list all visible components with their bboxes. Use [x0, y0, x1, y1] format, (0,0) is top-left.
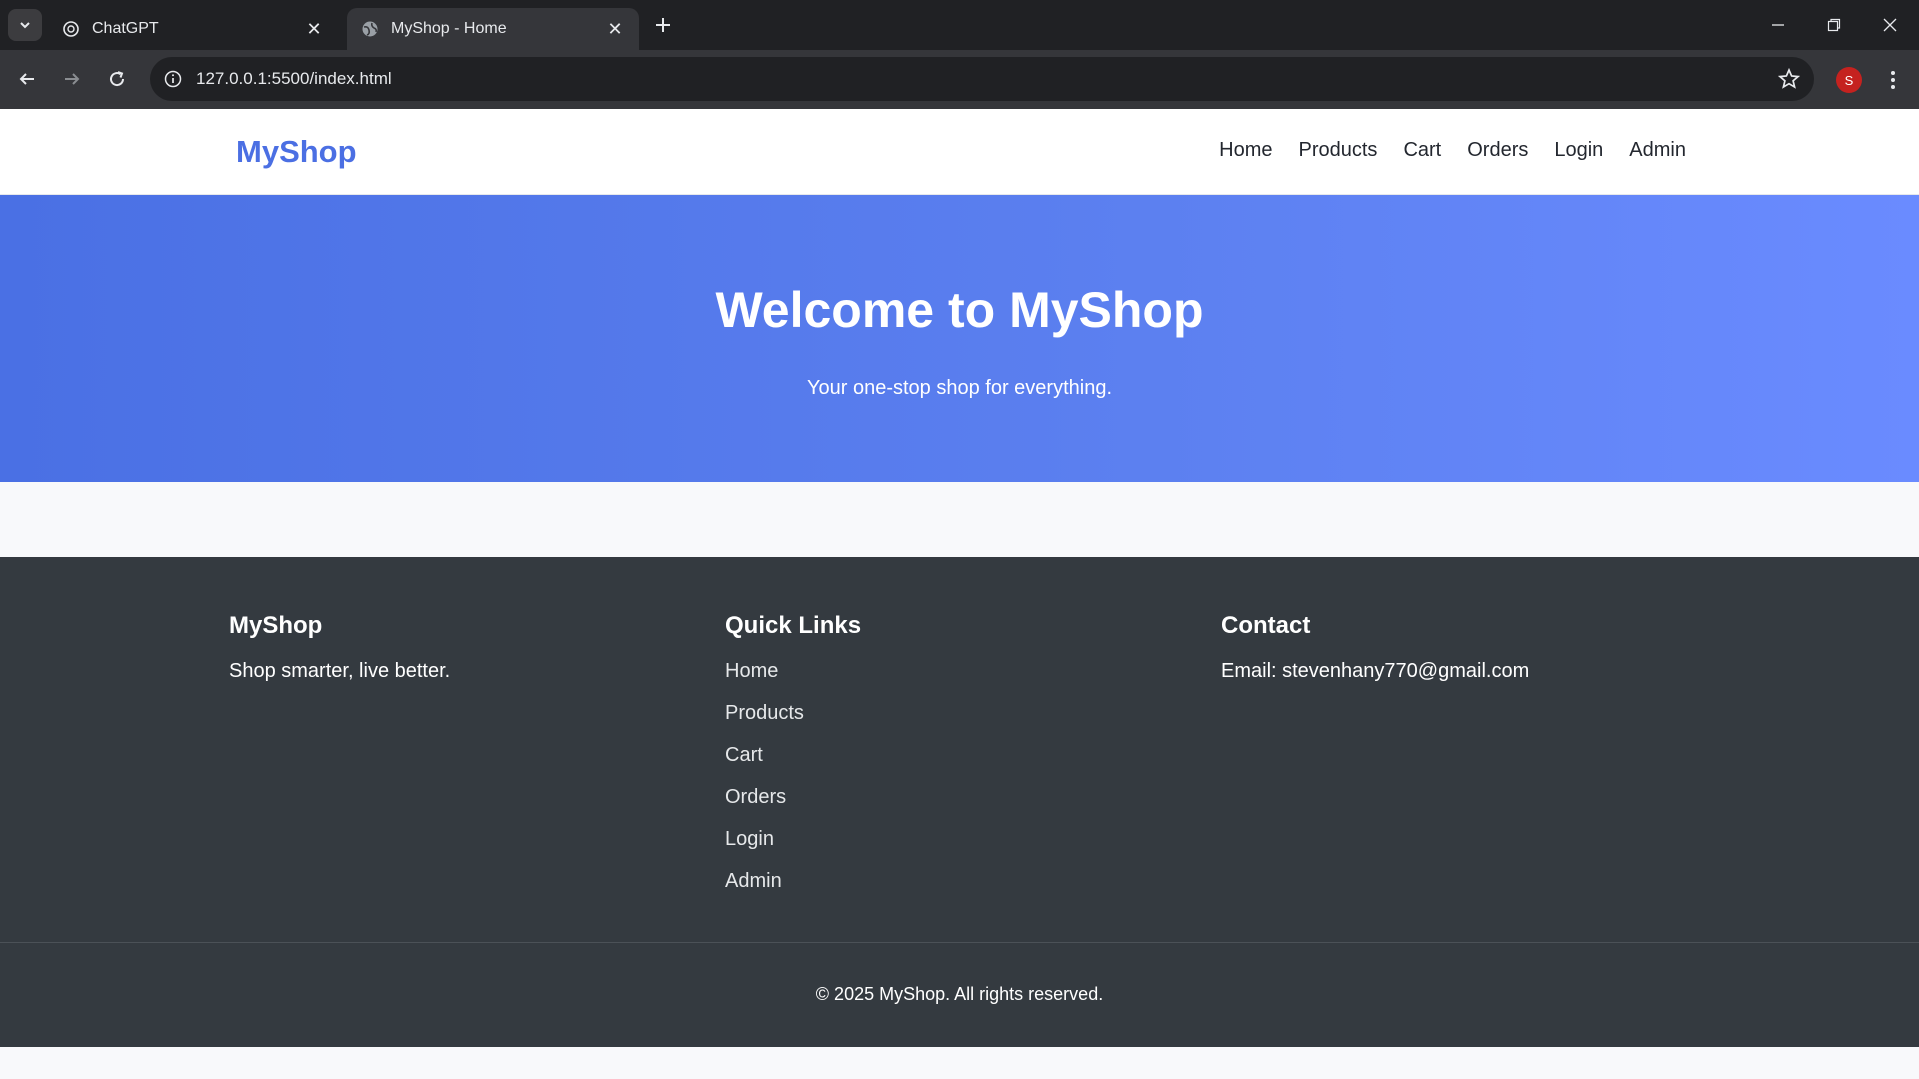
nav-link-home[interactable]: Home: [1219, 139, 1272, 162]
minimize-button[interactable]: [1750, 0, 1806, 50]
close-window-button[interactable]: [1862, 0, 1918, 50]
info-icon[interactable]: [164, 70, 182, 88]
globe-icon: [361, 20, 379, 38]
hero-banner: Welcome to MyShop Your one-stop shop for…: [0, 195, 1919, 482]
footer-links-list: Home Products Cart Orders Login Admin: [725, 660, 861, 912]
nav-link-orders[interactable]: Orders: [1467, 139, 1528, 162]
restore-icon: [1827, 18, 1841, 32]
list-item: Login: [725, 828, 861, 870]
browser-tab-bar: ChatGPT ✕ MyShop - Home ✕: [0, 0, 1919, 50]
footer-link-admin[interactable]: Admin: [725, 870, 782, 892]
main-nav: Home Products Cart Orders Login Admin: [1219, 139, 1686, 162]
tab-chatgpt[interactable]: ChatGPT ✕: [48, 8, 338, 50]
footer-quick-links-title: Quick Links: [725, 612, 862, 639]
footer-tagline: Shop smarter, live better.: [229, 660, 451, 682]
list-item: Products: [725, 702, 861, 744]
close-icon: [1883, 18, 1897, 32]
footer-link-orders[interactable]: Orders: [725, 786, 786, 808]
close-icon[interactable]: ✕: [605, 19, 625, 39]
list-item: Cart: [725, 744, 861, 786]
address-bar[interactable]: 127.0.0.1:5500/index.html: [150, 57, 1814, 101]
back-button[interactable]: [11, 63, 43, 95]
chatgpt-icon: [62, 20, 80, 38]
minimize-icon: [1772, 24, 1784, 26]
site-header: MyShop Home Products Cart Orders Login A…: [0, 109, 1919, 195]
footer-brand-title: MyShop: [229, 612, 323, 639]
footer-contact-column: Contact Email: stevenhany770@gmail.com: [1221, 612, 1529, 683]
web-page: MyShop Home Products Cart Orders Login A…: [0, 109, 1919, 1079]
nav-link-products[interactable]: Products: [1299, 139, 1378, 162]
nav-link-admin[interactable]: Admin: [1629, 139, 1686, 162]
forward-button[interactable]: [56, 63, 88, 95]
nav-link-login[interactable]: Login: [1554, 139, 1603, 162]
hero-subtitle: Your one-stop shop for everything.: [806, 377, 1112, 399]
footer-divider: [0, 942, 1919, 943]
restore-button[interactable]: [1806, 0, 1862, 50]
plus-icon: [656, 18, 670, 32]
footer-contact-title: Contact: [1221, 612, 1311, 639]
footer-brand-column: MyShop Shop smarter, live better.: [229, 612, 450, 683]
footer-contact-email: Email: stevenhany770@gmail.com: [1221, 660, 1530, 682]
list-item: Orders: [725, 786, 861, 828]
profile-avatar[interactable]: S: [1836, 67, 1862, 93]
url-text[interactable]: 127.0.0.1:5500/index.html: [196, 69, 392, 89]
site-logo[interactable]: MyShop: [236, 134, 357, 170]
content-area: [0, 482, 1919, 557]
browser-toolbar: 127.0.0.1:5500/index.html S: [0, 50, 1919, 109]
bookmark-star-icon[interactable]: [1778, 68, 1800, 90]
footer-link-products[interactable]: Products: [725, 702, 804, 724]
list-item: Home: [725, 660, 861, 702]
footer-quick-links-column: Quick Links Home Products Cart Orders Lo…: [725, 612, 861, 912]
browser-menu-button[interactable]: [1883, 65, 1903, 95]
footer-link-login[interactable]: Login: [725, 828, 774, 850]
more-vertical-icon: [1891, 71, 1895, 89]
copyright-text: © 2025 MyShop. All rights reserved.: [815, 984, 1104, 1004]
new-tab-button[interactable]: [650, 12, 676, 38]
tab-myshop[interactable]: MyShop - Home ✕: [347, 8, 639, 50]
reload-icon: [110, 71, 125, 87]
footer-link-cart[interactable]: Cart: [725, 744, 763, 766]
reload-button[interactable]: [101, 63, 133, 95]
arrow-left-icon: [19, 73, 34, 85]
close-icon[interactable]: ✕: [304, 19, 324, 39]
tab-title: ChatGPT: [92, 20, 159, 37]
hero-title: Welcome to MyShop: [715, 282, 1204, 338]
arrow-right-icon: [65, 73, 80, 85]
footer-link-home[interactable]: Home: [725, 660, 778, 682]
chevron-down-icon: [20, 22, 30, 29]
tab-search-button[interactable]: [8, 9, 42, 41]
list-item: Admin: [725, 870, 861, 912]
site-footer: MyShop Shop smarter, live better. Quick …: [0, 557, 1919, 1047]
nav-link-cart[interactable]: Cart: [1403, 139, 1441, 162]
tab-title: MyShop - Home: [391, 20, 507, 37]
